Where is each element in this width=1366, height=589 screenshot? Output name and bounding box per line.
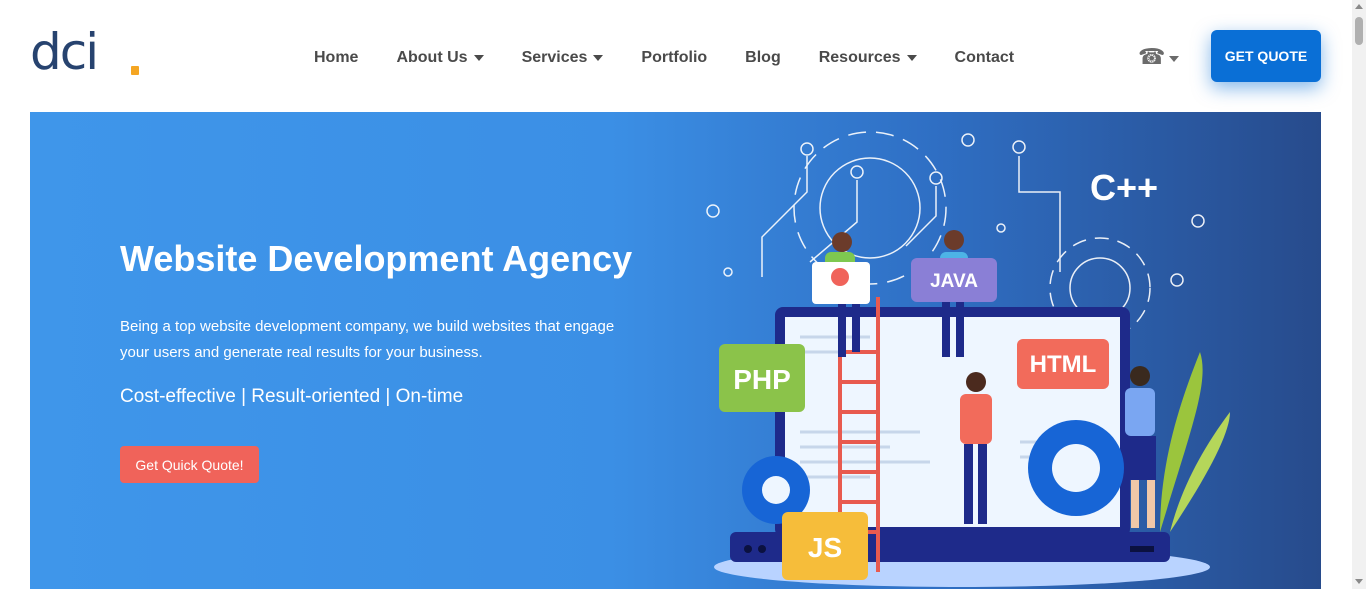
caret-down-icon <box>593 55 604 61</box>
nav-item-services[interactable]: Services <box>522 49 604 67</box>
php-label: PHP <box>733 364 791 395</box>
caret-down-icon <box>906 55 917 61</box>
get-quick-quote-button[interactable]: Get Quick Quote! <box>120 446 259 483</box>
nav-item-blog[interactable]: Blog <box>745 49 781 67</box>
web-development-illustration: JAVA PHP HTML JS C++ <box>706 131 1230 587</box>
scroll-up-icon[interactable] <box>1355 4 1363 9</box>
cpp-label: C++ <box>1090 167 1158 208</box>
phone-icon: ☎ <box>1138 44 1166 69</box>
html-label: HTML <box>1030 351 1097 378</box>
js-label: JS <box>808 532 842 563</box>
get-quote-button[interactable]: GET QUOTE <box>1211 30 1321 82</box>
caret-down-icon <box>473 55 484 61</box>
hero-title: Website Development Agency <box>120 238 633 279</box>
java-label: JAVA <box>930 271 978 292</box>
nav-item-home[interactable]: Home <box>314 49 358 67</box>
vertical-scrollbar[interactable] <box>1352 0 1366 589</box>
nav-item-resources[interactable]: Resources <box>819 49 917 67</box>
site-header: dci Home About Us Services Portfolio Blo… <box>0 0 1352 112</box>
main-navigation: Home About Us Services Portfolio Blog Re… <box>314 46 1052 70</box>
nav-item-about-us[interactable]: About Us <box>396 49 484 67</box>
scroll-thumb[interactable] <box>1355 17 1363 45</box>
logo-accent-dot <box>131 66 139 75</box>
nav-item-portfolio[interactable]: Portfolio <box>641 49 707 67</box>
dci-logo[interactable]: dci <box>30 23 139 82</box>
nav-item-contact[interactable]: Contact <box>955 49 1015 67</box>
hero-description: Being a top website development company,… <box>120 318 615 361</box>
caret-down-icon <box>1169 56 1180 62</box>
hero-tagline: Cost-effective | Result-oriented | On-ti… <box>120 386 464 407</box>
phone-dropdown[interactable]: ☎ <box>1138 44 1180 70</box>
scroll-down-icon[interactable] <box>1355 579 1363 584</box>
logo-text: dci <box>30 23 99 81</box>
hero-banner: Website Development Agency Being a top w… <box>30 112 1321 589</box>
